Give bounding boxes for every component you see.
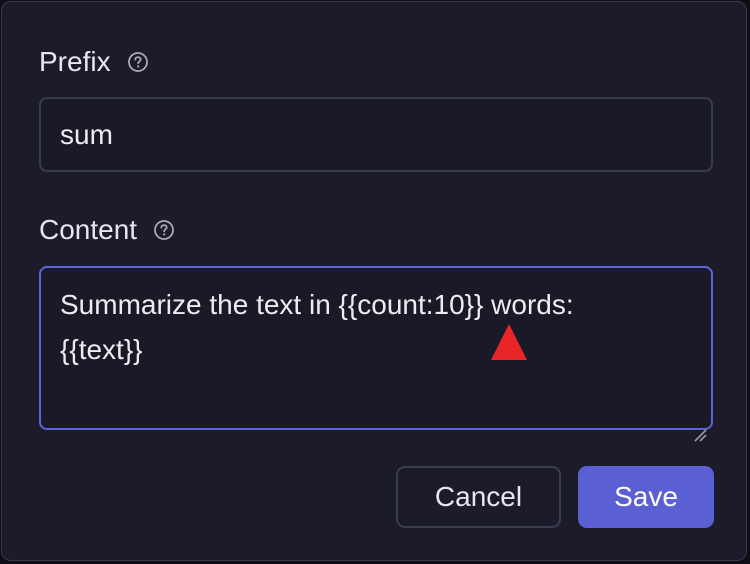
cancel-button[interactable]: Cancel bbox=[396, 466, 561, 528]
content-help-icon[interactable] bbox=[153, 219, 175, 241]
content-line-1: Summarize the text in {{count:10}} words… bbox=[60, 289, 574, 320]
prefix-help-icon[interactable] bbox=[127, 51, 149, 73]
save-button-label: Save bbox=[614, 481, 678, 512]
prefix-label-text: Prefix bbox=[39, 46, 111, 77]
prefix-field-label: Prefix bbox=[39, 48, 149, 76]
prefix-input[interactable]: sum bbox=[39, 97, 713, 172]
content-field-label: Content bbox=[39, 216, 175, 244]
save-button[interactable]: Save bbox=[578, 466, 714, 528]
content-textarea[interactable]: Summarize the text in {{count:10}} words… bbox=[39, 266, 713, 442]
snippet-editor-dialog: Prefix sum Content Summarize the text in… bbox=[1, 1, 747, 561]
cancel-button-label: Cancel bbox=[434, 481, 523, 512]
content-label-text: Content bbox=[39, 214, 138, 245]
pointer-marker-icon bbox=[491, 324, 527, 360]
content-line-2: {{text}} bbox=[60, 334, 143, 365]
resize-handle-icon[interactable] bbox=[693, 410, 707, 442]
prefix-input-value: sum bbox=[60, 119, 113, 150]
